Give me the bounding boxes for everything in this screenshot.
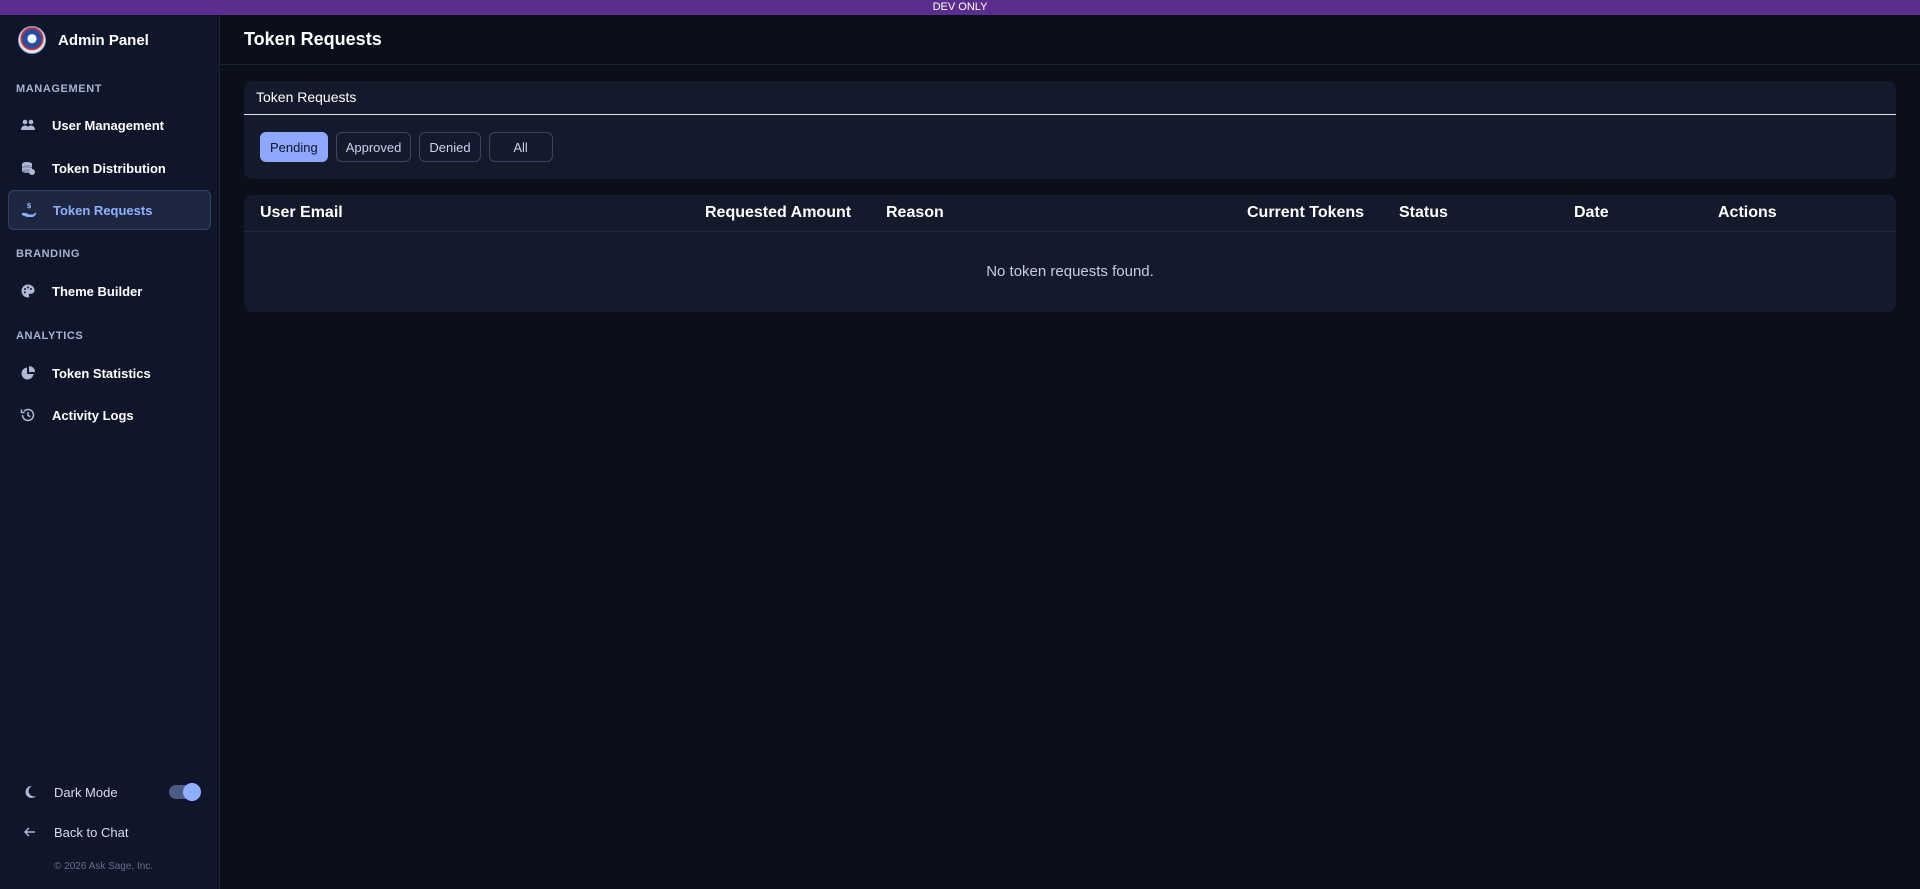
app-title: Admin Panel <box>58 31 149 49</box>
status-filter-group: Pending Approved Denied All <box>260 132 553 162</box>
brand[interactable]: Admin Panel <box>18 25 149 55</box>
column-header-current-tokens[interactable]: Current Tokens <box>1247 204 1364 222</box>
toggle-knob <box>183 783 201 801</box>
column-header-status[interactable]: Status <box>1399 204 1448 222</box>
pie-chart-icon <box>20 365 36 381</box>
column-header-user-email[interactable]: User Email <box>260 204 343 222</box>
sidebar-item-token-distribution[interactable]: Token Distribution <box>8 148 211 188</box>
sidebar-item-token-requests[interactable]: $ Token Requests <box>8 190 211 230</box>
copyright: © 2026 Ask Sage, Inc. <box>54 861 154 872</box>
column-header-reason[interactable]: Reason <box>886 204 944 222</box>
sidebar-item-label: Activity Logs <box>52 407 134 423</box>
sidebar-item-label: User Management <box>52 117 164 133</box>
filter-approved-button[interactable]: Approved <box>335 132 412 162</box>
back-to-chat-link[interactable]: Back to Chat <box>22 824 128 840</box>
filter-pending-button[interactable]: Pending <box>260 132 328 162</box>
token-requests-table: User Email Requested Amount Reason Curre… <box>244 195 1896 312</box>
filter-card: Token Requests Pending Approved Denied A… <box>244 81 1896 179</box>
card-title: Token Requests <box>244 81 1896 115</box>
sidebar-item-label: Token Requests <box>53 202 153 218</box>
top-bar: Token Requests <box>221 15 1920 65</box>
column-header-requested-amount[interactable]: Requested Amount <box>705 204 851 222</box>
dark-mode-row[interactable]: Dark Mode <box>22 784 118 800</box>
section-label-branding: BRANDING <box>16 248 81 260</box>
palette-icon <box>20 283 36 299</box>
column-header-date[interactable]: Date <box>1574 204 1609 222</box>
dark-mode-label: Dark Mode <box>54 784 118 800</box>
section-label-management: MANAGEMENT <box>16 83 103 95</box>
sidebar-item-label: Token Distribution <box>52 160 166 176</box>
column-header-actions: Actions <box>1718 204 1777 221</box>
arrow-left-icon <box>22 824 38 840</box>
hand-coin-icon: $ <box>21 202 37 218</box>
sidebar: Admin Panel MANAGEMENT User Management T… <box>0 15 220 889</box>
dark-mode-toggle[interactable] <box>169 783 201 801</box>
page-title: Token Requests <box>244 29 382 49</box>
back-to-chat-label: Back to Chat <box>54 824 129 840</box>
history-icon <box>20 407 36 423</box>
sidebar-item-label: Theme Builder <box>52 283 143 299</box>
table-header: User Email Requested Amount Reason Curre… <box>244 195 1896 232</box>
users-icon <box>20 117 36 133</box>
filter-denied-button[interactable]: Denied <box>419 132 481 162</box>
sidebar-item-label: Token Statistics <box>52 365 151 381</box>
coins-icon <box>20 160 36 176</box>
empty-state-message: No token requests found. <box>986 263 1154 280</box>
sidebar-item-user-management[interactable]: User Management <box>8 105 211 145</box>
dev-only-banner: DEV ONLY <box>0 0 1920 15</box>
svg-text:$: $ <box>27 202 32 210</box>
sidebar-item-theme-builder[interactable]: Theme Builder <box>8 271 211 311</box>
sidebar-item-token-statistics[interactable]: Token Statistics <box>8 353 211 393</box>
section-label-analytics: ANALYTICS <box>16 330 84 342</box>
sidebar-item-activity-logs[interactable]: Activity Logs <box>8 395 211 435</box>
moon-icon <box>22 784 38 800</box>
logo-icon <box>18 26 46 54</box>
filter-all-button[interactable]: All <box>488 132 553 162</box>
